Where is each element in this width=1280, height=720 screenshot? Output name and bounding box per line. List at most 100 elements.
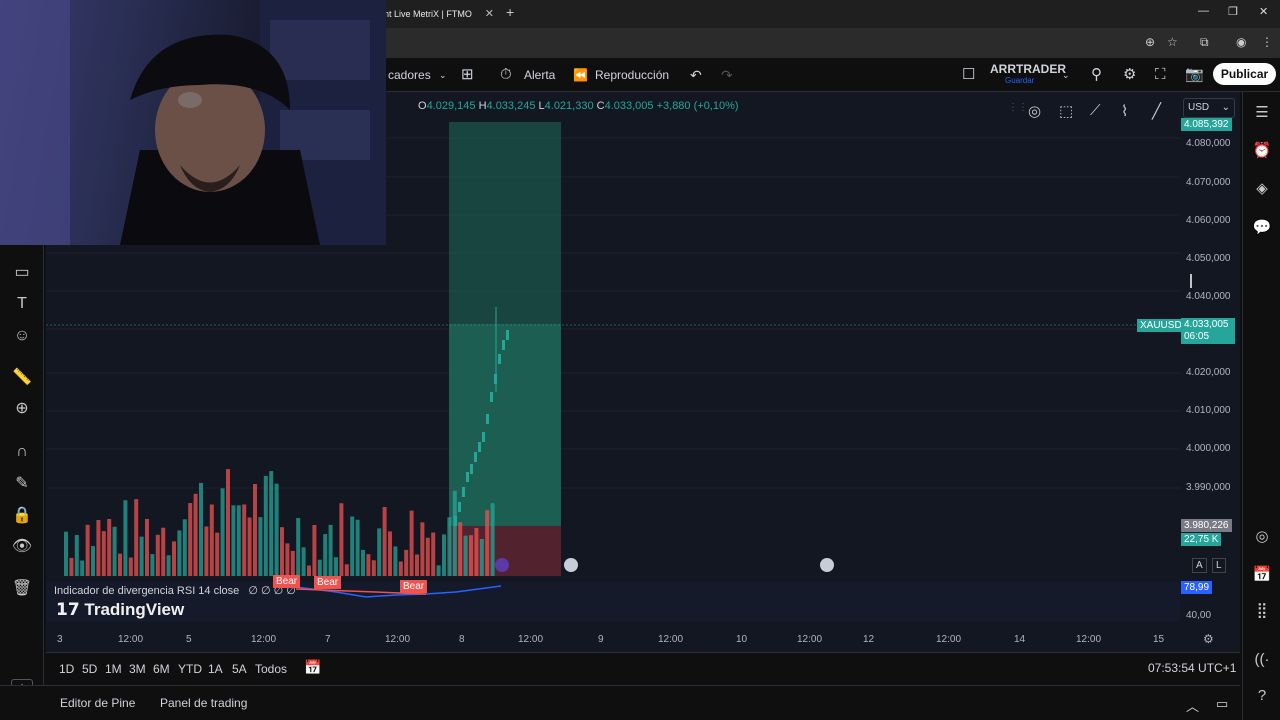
alert-button[interactable]: Alerta bbox=[524, 58, 555, 92]
volume-bar bbox=[128, 557, 133, 576]
path-tool-icon[interactable]: ⌇ bbox=[1121, 102, 1128, 120]
close-value: 4.033,005 bbox=[604, 100, 654, 112]
time-label: 12:00 bbox=[118, 634, 144, 645]
profile-icon[interactable]: ◉ bbox=[1236, 35, 1246, 49]
extensions-icon[interactable]: ⧉ bbox=[1200, 35, 1209, 50]
chat-icon[interactable]: 💬 bbox=[1251, 217, 1273, 239]
trash-icon[interactable]: 🗑 bbox=[11, 578, 33, 600]
replay-button[interactable]: Reproducción bbox=[595, 58, 669, 92]
log-scale-button[interactable]: L bbox=[1212, 558, 1226, 573]
apps-grid-icon[interactable]: ⣿ bbox=[1251, 600, 1273, 622]
calendar-icon[interactable]: 📅 bbox=[1251, 564, 1273, 586]
templates-grid-icon[interactable]: ⊞ bbox=[461, 58, 474, 92]
rect-select-icon[interactable]: ⬚ bbox=[1059, 102, 1073, 120]
drag-handle-icon[interactable]: ⋮⋮ bbox=[1008, 102, 1028, 113]
layout-square-icon[interactable]: ☐ bbox=[962, 58, 975, 92]
magnet-icon[interactable]: ∩ bbox=[11, 441, 33, 463]
indicators-button[interactable]: cadores bbox=[388, 58, 431, 92]
timeframe-all[interactable]: Todos bbox=[255, 662, 287, 676]
lock-icon[interactable]: 🔒 bbox=[11, 505, 33, 527]
bookmark-star-icon[interactable]: ☆ bbox=[1167, 35, 1178, 49]
high-label: H bbox=[478, 100, 487, 112]
webcam-overlay bbox=[0, 0, 386, 245]
volume-bar bbox=[388, 531, 392, 576]
volume-bar bbox=[404, 549, 409, 576]
close-tab-icon[interactable]: ✕ bbox=[485, 3, 494, 25]
auto-scale-button[interactable]: A bbox=[1192, 558, 1207, 573]
publish-button[interactable]: Publicar bbox=[1213, 63, 1276, 85]
rectangle-tool-icon[interactable]: ▭ bbox=[11, 262, 33, 284]
watchlist-icon[interactable]: ☰ bbox=[1251, 102, 1273, 124]
browser-menu-icon[interactable]: ⋮ bbox=[1261, 35, 1273, 49]
volume-bar bbox=[101, 531, 106, 576]
lock-drawing-pencil-icon[interactable]: ✎ bbox=[11, 473, 33, 495]
timeframe-5a[interactable]: 5A bbox=[232, 662, 247, 676]
redo-icon[interactable]: ↷ bbox=[721, 58, 733, 92]
close-window-button[interactable]: ✕ bbox=[1259, 5, 1268, 18]
volume-bar bbox=[334, 557, 338, 576]
angle-tool-icon[interactable]: ⟋ bbox=[1090, 102, 1101, 119]
alert-clock-icon[interactable]: ⏱ bbox=[500, 58, 512, 92]
volume-bar bbox=[150, 554, 155, 576]
undo-icon[interactable]: ↶ bbox=[690, 58, 702, 92]
time-label: 12:00 bbox=[658, 634, 684, 645]
layers-icon[interactable]: ◈ bbox=[1251, 178, 1273, 200]
timeframe-5d[interactable]: 5D bbox=[82, 662, 97, 676]
currency-selector[interactable]: USD ⌄ bbox=[1183, 98, 1235, 118]
price-label: 4.080,000 bbox=[1186, 138, 1231, 149]
browser-tab[interactable]: nt Live MetriX | FTMO ✕ bbox=[378, 3, 498, 25]
date-range-icon[interactable]: 📅 bbox=[304, 659, 321, 676]
maximize-button[interactable]: ❐ bbox=[1228, 5, 1238, 18]
candle bbox=[490, 392, 493, 402]
price-label: 4.020,000 bbox=[1186, 367, 1231, 378]
volume-bar bbox=[452, 490, 457, 576]
alerts-clock-icon[interactable]: ⏰ bbox=[1251, 140, 1273, 162]
chevron-down-icon[interactable]: ⌄ bbox=[439, 58, 447, 92]
timeframe-6m[interactable]: 6M bbox=[153, 662, 170, 676]
volume-bar bbox=[258, 517, 263, 576]
maximize-panel-icon[interactable]: ▭ bbox=[1216, 696, 1228, 712]
target-icon[interactable]: ◎ bbox=[1251, 526, 1273, 548]
help-icon[interactable]: ? bbox=[1251, 685, 1273, 707]
trendline-icon[interactable]: ╱ bbox=[1152, 102, 1161, 120]
ruler-icon[interactable]: 📏 bbox=[11, 367, 33, 389]
minimize-button[interactable]: — bbox=[1198, 5, 1209, 17]
zoom-icon[interactable]: ⊕ bbox=[1145, 35, 1155, 49]
timeframe-1m[interactable]: 1M bbox=[105, 662, 122, 676]
price-label: 4.000,000 bbox=[1186, 443, 1231, 454]
volume-bar bbox=[231, 505, 236, 576]
volume-bar bbox=[361, 549, 365, 576]
collapse-panel-icon[interactable]: ︿ bbox=[1186, 696, 1199, 715]
timeframe-ytd[interactable]: YTD bbox=[178, 662, 202, 676]
trading-panel-tab[interactable]: Panel de trading bbox=[160, 696, 247, 710]
emoji-tool-icon[interactable]: ☺ bbox=[11, 325, 33, 347]
timeframe-1a[interactable]: 1A bbox=[208, 662, 223, 676]
pine-editor-tab[interactable]: Editor de Pine bbox=[60, 696, 135, 710]
layout-chevron-icon[interactable]: ⌄ bbox=[1062, 58, 1070, 92]
browser-tab-title: nt Live MetriX | FTMO bbox=[384, 9, 472, 19]
quick-search-icon[interactable]: ⚲ bbox=[1091, 58, 1102, 92]
timeframe-1d[interactable]: 1D bbox=[59, 662, 74, 676]
volume-bar bbox=[134, 499, 139, 576]
volume-bar bbox=[425, 537, 430, 576]
axis-settings-gear-icon[interactable]: ⚙ bbox=[1203, 632, 1214, 646]
fullscreen-icon[interactable]: ⛶ bbox=[1155, 58, 1166, 92]
timeframe-3m[interactable]: 3M bbox=[129, 662, 146, 676]
text-tool-icon[interactable]: T bbox=[11, 293, 33, 315]
volume-bar bbox=[247, 517, 252, 576]
volume-bar bbox=[280, 527, 284, 576]
volume-bar bbox=[80, 560, 85, 576]
signal-icon[interactable]: ((· bbox=[1251, 649, 1273, 671]
settings-gear-icon[interactable]: ⚙ bbox=[1123, 58, 1136, 92]
replay-icon[interactable]: ⏪ bbox=[573, 58, 588, 92]
new-tab-button[interactable]: + bbox=[506, 4, 514, 20]
circle-tool-icon[interactable]: ◎ bbox=[1028, 102, 1041, 120]
camera-icon[interactable]: 📷 bbox=[1185, 58, 1204, 92]
utc-clock[interactable]: 07:53:54 UTC+1 bbox=[1148, 661, 1236, 675]
zoom-in-icon[interactable]: ⊕ bbox=[11, 398, 33, 420]
volume-bar bbox=[474, 527, 479, 576]
volume-bar bbox=[479, 538, 484, 576]
time-axis[interactable]: 3 12:00 5 12:00 7 12:00 8 12:00 9 12:00 … bbox=[46, 630, 1240, 652]
volume-bar bbox=[323, 534, 328, 576]
eye-icon[interactable]: 👁 bbox=[11, 536, 33, 558]
